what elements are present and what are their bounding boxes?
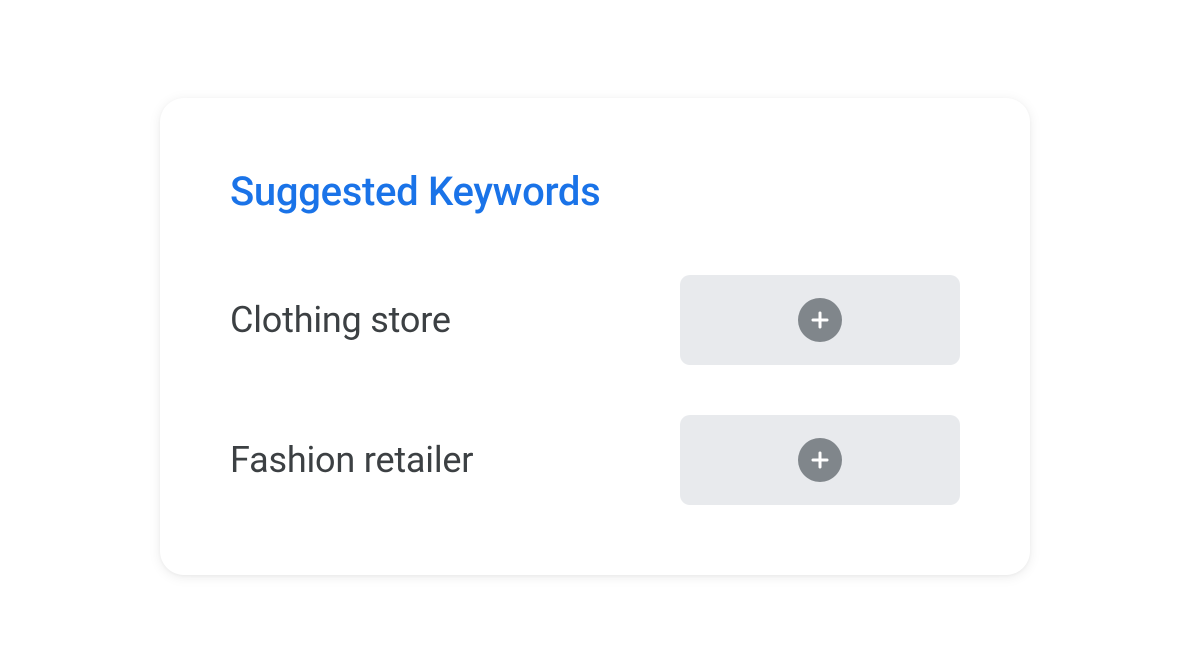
add-keyword-button[interactable]: [680, 415, 960, 505]
keyword-label: Fashion retailer: [230, 439, 473, 481]
add-keyword-button[interactable]: [680, 275, 960, 365]
suggested-keywords-card: Suggested Keywords Clothing store Fashio…: [160, 98, 1030, 575]
plus-icon: [798, 298, 842, 342]
plus-icon: [798, 438, 842, 482]
keyword-row: Clothing store: [230, 275, 960, 365]
keyword-row: Fashion retailer: [230, 415, 960, 505]
keyword-label: Clothing store: [230, 299, 451, 341]
card-title: Suggested Keywords: [230, 168, 960, 215]
